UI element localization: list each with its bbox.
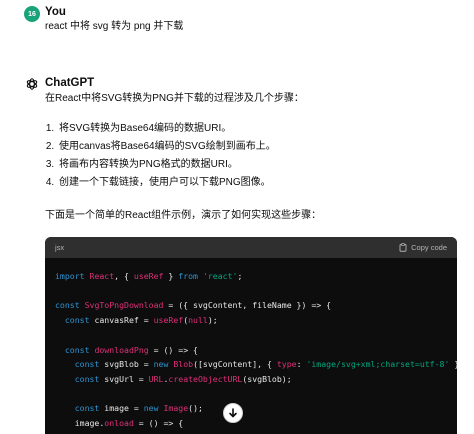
user-message-text: react 中将 svg 转为 png 并下载 <box>45 21 184 32</box>
code-line: const downloadPng = () => { <box>64 344 198 355</box>
steps-list: 将SVG转换为Base64编码的数据URI。 使用canvas将Base64编码… <box>45 120 276 192</box>
code-content: import React, { useRef } from 'react'; c… <box>45 258 457 434</box>
list-item: 将SVG转换为Base64编码的数据URI。 <box>57 120 276 138</box>
assistant-intro-text: 在React中将SVG转换为PNG并下载的过程涉及几个步骤： <box>45 93 304 104</box>
list-item: 使用canvas将Base64编码的SVG绘制到画布上。 <box>57 138 276 156</box>
assistant-author-name: ChatGPT <box>45 77 95 89</box>
user-avatar: 16 <box>24 6 40 22</box>
code-line: image.onload = () => { <box>55 418 184 429</box>
copy-code-label: Copy code <box>411 243 447 252</box>
user-author-name: You <box>45 6 66 18</box>
code-intro-text: 下面是一个简单的React组件示例，演示了如何实现这些步骤： <box>45 210 322 221</box>
list-item: 创建一个下载链接，使用户可以下载PNG图像。 <box>57 174 276 192</box>
code-line: const image = new Image(); <box>74 403 203 414</box>
openai-logo-icon <box>24 76 40 92</box>
list-item: 将画布内容转换为PNG格式的数据URI。 <box>57 156 276 174</box>
scroll-to-bottom-button[interactable] <box>223 403 243 423</box>
code-line: const SvgToPngDownload = ({ svgContent, … <box>55 300 332 311</box>
clipboard-icon <box>399 243 407 252</box>
code-line: const svgBlob = new Blob([svgContent], {… <box>74 359 457 370</box>
code-language-label: jsx <box>55 243 65 252</box>
code-line: import React, { useRef } from 'react'; <box>55 271 243 281</box>
code-block-header: jsx Copy code <box>45 237 457 258</box>
code-line: const svgUrl = URL.createObjectURL(svgBl… <box>74 373 292 384</box>
code-block: jsx Copy code import React, { useRef } f… <box>45 237 457 434</box>
code-line: const canvasRef = useRef(null); <box>64 315 218 326</box>
copy-code-button[interactable]: Copy code <box>399 243 447 252</box>
arrow-down-icon <box>229 408 237 418</box>
